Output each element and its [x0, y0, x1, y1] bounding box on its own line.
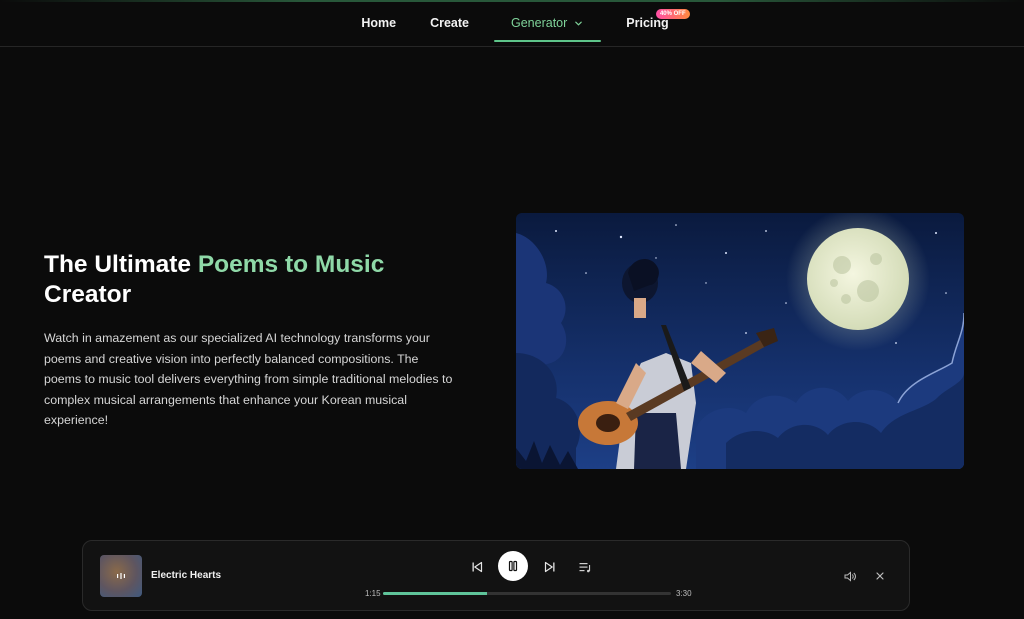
nav-pricing[interactable]: Pricing 40% OFF [609, 4, 690, 42]
volume-icon [844, 570, 856, 582]
previous-button[interactable] [469, 559, 485, 575]
nav-generator[interactable]: Generator [486, 4, 609, 42]
top-navigation: Home Create Generator Pricing 40% OFF [0, 0, 1024, 47]
hero-illustration [516, 213, 964, 469]
guitarist-moon-illustration [516, 213, 964, 469]
hero-description: Watch in amazement as our specialized AI… [44, 331, 453, 428]
total-time: 3:30 [676, 589, 692, 598]
hero-title-part1: The Ultimate [44, 251, 198, 278]
volume-button[interactable] [842, 568, 858, 584]
nav-home-label: Home [361, 16, 397, 30]
playlist-icon [579, 562, 590, 572]
pause-button[interactable] [498, 551, 528, 581]
progress-fill [383, 592, 487, 595]
track-thumbnail[interactable] [100, 555, 142, 597]
nav-create[interactable]: Create [413, 4, 486, 42]
pause-icon [508, 560, 518, 572]
hero-title-accent: Poems to Music [197, 251, 385, 278]
track-title: Electric Hearts [151, 570, 222, 581]
queue-button[interactable] [577, 559, 593, 575]
discount-badge: 40% OFF [655, 9, 690, 19]
skip-previous-icon [472, 561, 483, 573]
chevron-down-icon [575, 21, 583, 26]
progress-bar[interactable] [383, 592, 671, 595]
nav-create-label: Create [430, 16, 469, 30]
next-button[interactable] [542, 559, 558, 575]
current-time: 1:15 [365, 589, 381, 598]
music-player: Electric Hearts [82, 540, 910, 611]
close-icon [876, 572, 884, 580]
equalizer-icon [117, 573, 125, 579]
nav-home[interactable]: Home [344, 4, 413, 42]
nav-items: Home Create Generator Pricing 40% OFF [344, 4, 690, 42]
hero-title-part2: Creator [44, 281, 132, 308]
nav-generator-label: Generator [511, 16, 568, 30]
skip-next-icon [544, 561, 555, 573]
moon [807, 228, 909, 330]
close-player-button[interactable] [872, 568, 888, 584]
hero-title: The Ultimate Poems to Music Creator [44, 250, 464, 310]
